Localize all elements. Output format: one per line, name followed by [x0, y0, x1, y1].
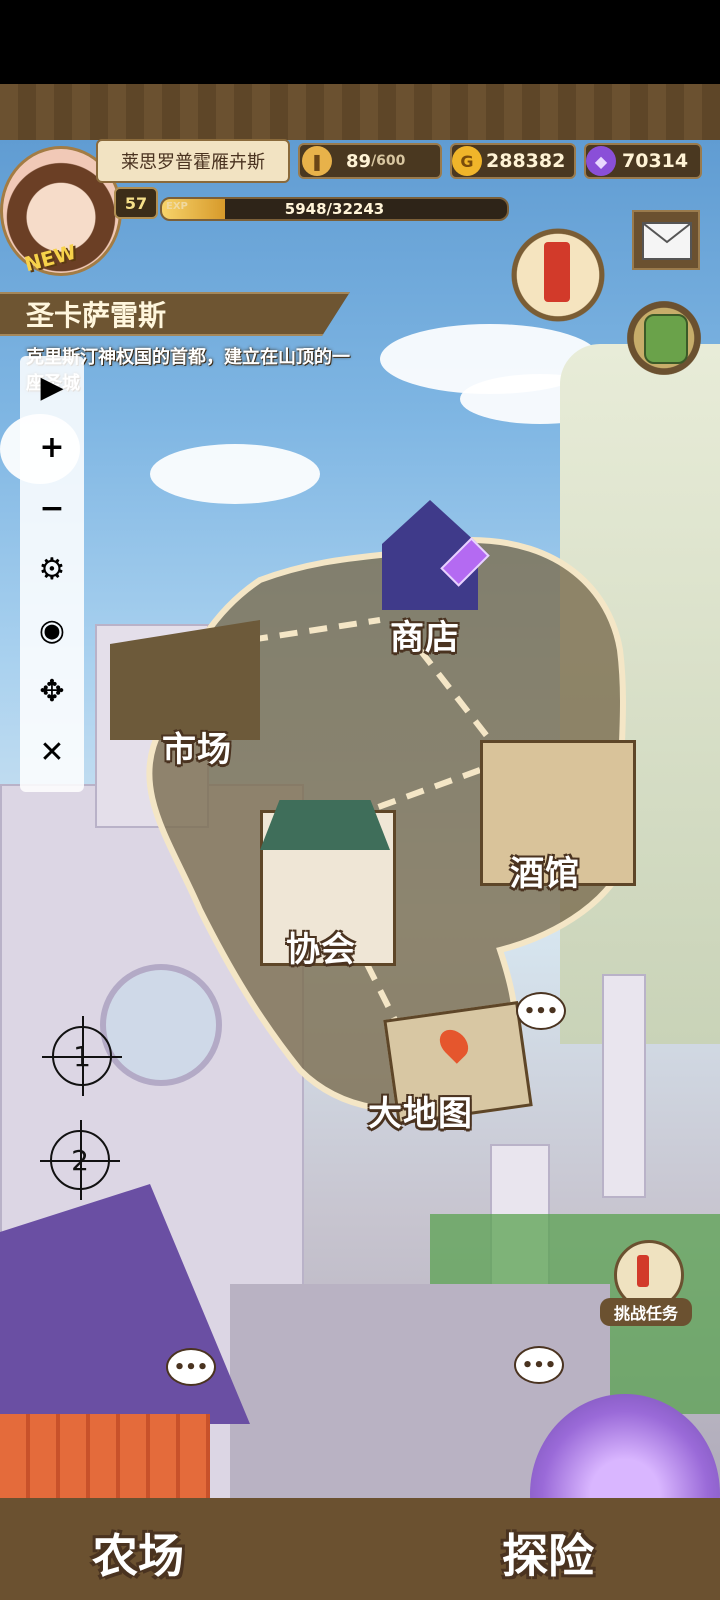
farm-button[interactable]: 农场 [92, 1520, 184, 1586]
map-node-shop[interactable]: 商店 [390, 610, 460, 659]
stamina-counter[interactable]: ❚ 89 /600 [298, 143, 442, 179]
explore-button[interactable]: 探险 [502, 1520, 594, 1586]
chat-bubble-icon[interactable]: ••• [514, 1346, 564, 1384]
close-icon[interactable]: ✕ [20, 723, 84, 781]
map-node-guild[interactable]: 协会 [286, 922, 356, 971]
backpack-button[interactable] [618, 290, 710, 386]
purple-gem-icon: ◆ [586, 146, 616, 176]
crosshair-marker-1[interactable]: 1 [42, 1016, 122, 1096]
chat-bubble-icon[interactable]: ••• [516, 992, 566, 1030]
challenge-quest-button[interactable]: 挑战任务 [600, 1240, 692, 1332]
challenge-quest-label: 挑战任务 [600, 1298, 692, 1326]
city-map: 商店 市场 酒馆 协会 大地图 [110, 500, 650, 1134]
gem-counter[interactable]: ◆ 70314 [584, 143, 702, 179]
chat-bubble-icon[interactable]: ••• [166, 1348, 216, 1386]
gold-counter[interactable]: G 288382 [450, 143, 576, 179]
map-node-world-map[interactable]: 大地图 [368, 1086, 473, 1135]
bread-icon: ❚ [302, 146, 332, 176]
crosshair-marker-2[interactable]: 2 [40, 1120, 120, 1200]
gold-coin-icon: G [452, 146, 482, 176]
stamina-value: 89 [346, 150, 372, 172]
gem-value: 70314 [622, 150, 689, 172]
mail-icon [642, 222, 692, 260]
quest-scroll-button[interactable] [508, 220, 608, 330]
player-name: 莱思罗普霍雁卉斯 [96, 139, 290, 183]
exp-value: 5948/32243 [284, 200, 385, 218]
floating-toolbar: ▶ + − ⚙ ◉ ✥ ✕ [20, 356, 84, 792]
play-icon[interactable]: ▶ [20, 358, 84, 416]
guild-roof [260, 800, 390, 850]
stamina-max: /600 [371, 153, 406, 169]
map-node-market[interactable]: 市场 [162, 722, 232, 771]
gold-value: 288382 [486, 150, 566, 172]
zoom-in-icon[interactable]: + [20, 418, 84, 476]
top-frame [0, 84, 720, 140]
backpack-icon [644, 314, 688, 364]
move-icon[interactable]: ✥ [20, 662, 84, 720]
zoom-out-icon[interactable]: − [20, 479, 84, 537]
map-node-tavern[interactable]: 酒馆 [510, 846, 580, 895]
hide-eye-icon[interactable]: ◉ [20, 601, 84, 659]
player-level: 57 [114, 187, 158, 219]
location-title: 圣卡萨雷斯 [0, 292, 350, 336]
gear-icon[interactable]: ⚙ [20, 540, 84, 598]
quest-scroll-icon [544, 242, 570, 302]
exp-bar: EXP 5948/32243 [160, 197, 509, 221]
mail-button[interactable] [632, 210, 700, 270]
